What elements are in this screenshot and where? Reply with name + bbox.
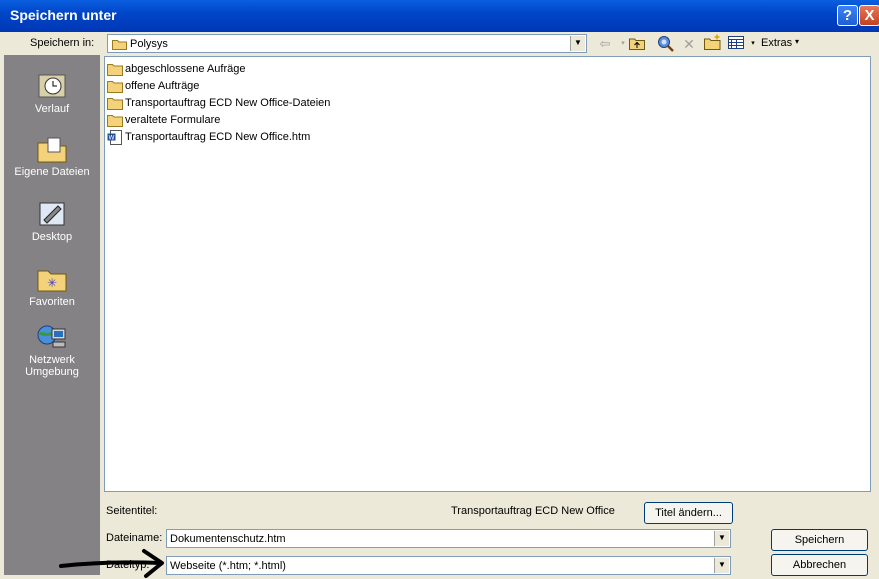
filename-field[interactable]: Dokumentenschutz.htm ▼ xyxy=(166,529,731,548)
views-icon[interactable] xyxy=(727,36,745,52)
filename-value: Dokumentenschutz.htm xyxy=(170,533,286,545)
history-icon xyxy=(38,74,66,98)
page-title-value: Transportauftrag ECD New Office xyxy=(451,505,615,517)
file-name: Transportauftrag ECD New Office.htm xyxy=(125,131,311,143)
file-name: abgeschlossene Aufräge xyxy=(125,63,246,75)
list-item[interactable]: Transportauftrag ECD New Office-Dateien xyxy=(107,95,330,111)
place-label: Verlauf xyxy=(34,103,70,115)
place-label: Eigene Dateien xyxy=(14,166,90,178)
place-desktop[interactable]: Desktop xyxy=(4,200,100,243)
my-documents-icon xyxy=(37,137,67,163)
filename-label: Dateiname: xyxy=(106,532,163,544)
file-name: offene Aufträge xyxy=(125,80,200,92)
dialog-title: Speichern unter xyxy=(10,7,117,23)
close-button[interactable]: X xyxy=(859,5,879,26)
list-item[interactable]: veraltete Formulare xyxy=(107,112,220,128)
list-item[interactable]: abgeschlossene Aufräge xyxy=(107,61,245,77)
filetype-value: Webseite (*.htm; *.html) xyxy=(170,560,286,572)
search-web-icon[interactable] xyxy=(657,35,675,52)
folder-icon xyxy=(107,97,123,110)
views-dropdown-icon[interactable]: ▾ xyxy=(744,36,762,52)
file-list[interactable]: abgeschlossene Aufräge offene Aufträge T… xyxy=(104,56,871,492)
page-title-label: Seitentitel: xyxy=(106,505,158,517)
desktop-icon xyxy=(39,202,65,226)
places-bar: Verlauf Eigene Dateien Desktop ✳ Favorit… xyxy=(4,55,100,575)
file-name: veraltete Formulare xyxy=(125,114,221,126)
save-button[interactable]: Speichern xyxy=(771,529,868,551)
place-network[interactable]: Netzwerk Umgebung xyxy=(4,323,100,378)
folder-icon xyxy=(107,114,123,127)
folder-icon xyxy=(107,63,123,76)
save-in-value: Polysys xyxy=(130,38,168,50)
place-my-documents[interactable]: Eigene Dateien xyxy=(4,135,100,178)
chevron-down-icon[interactable]: ▼ xyxy=(570,36,585,51)
place-history[interactable]: Verlauf xyxy=(4,72,100,115)
delete-icon[interactable]: ✕ xyxy=(680,36,698,52)
filetype-select[interactable]: Webseite (*.htm; *.html) ▼ xyxy=(166,556,731,575)
place-label: Desktop xyxy=(31,231,73,243)
cancel-button[interactable]: Abbrechen xyxy=(771,554,868,576)
place-label: Favoriten xyxy=(29,296,75,308)
folder-icon xyxy=(112,40,127,50)
svg-text:✳: ✳ xyxy=(47,276,57,290)
new-folder-icon[interactable] xyxy=(704,34,722,50)
folder-icon xyxy=(107,80,123,93)
extras-menu[interactable]: Extras xyxy=(761,37,792,49)
back-icon[interactable]: ⇦ xyxy=(596,36,614,52)
list-item[interactable]: W Transportauftrag ECD New Office.htm xyxy=(107,129,310,145)
annotation-arrow-icon xyxy=(59,549,164,578)
favorites-icon: ✳ xyxy=(37,270,67,292)
change-title-button[interactable]: Titel ändern... xyxy=(644,502,733,524)
svg-text:W: W xyxy=(109,134,115,141)
help-button[interactable]: ? xyxy=(837,5,858,26)
chevron-down-icon[interactable]: ▼ xyxy=(714,531,729,546)
save-in-label: Speichern in: xyxy=(30,37,95,49)
chevron-down-icon[interactable]: ▼ xyxy=(714,558,729,573)
list-item[interactable]: offene Aufträge xyxy=(107,78,199,94)
save-as-dialog: Speichern unter ? X Speichern in: Polysy… xyxy=(0,0,879,579)
place-favorites[interactable]: ✳ Favoriten xyxy=(4,265,100,308)
place-label: Netzwerk Umgebung xyxy=(25,354,79,378)
extras-dropdown-icon[interactable]: ▾ xyxy=(795,37,799,46)
word-html-file-icon: W xyxy=(107,129,122,145)
save-in-combobox[interactable]: Polysys ▼ xyxy=(107,34,587,53)
title-bar[interactable]: Speichern unter ? X xyxy=(0,0,879,32)
file-name: Transportauftrag ECD New Office-Dateien xyxy=(125,97,331,109)
network-icon xyxy=(37,325,66,348)
up-folder-icon[interactable] xyxy=(628,36,646,52)
